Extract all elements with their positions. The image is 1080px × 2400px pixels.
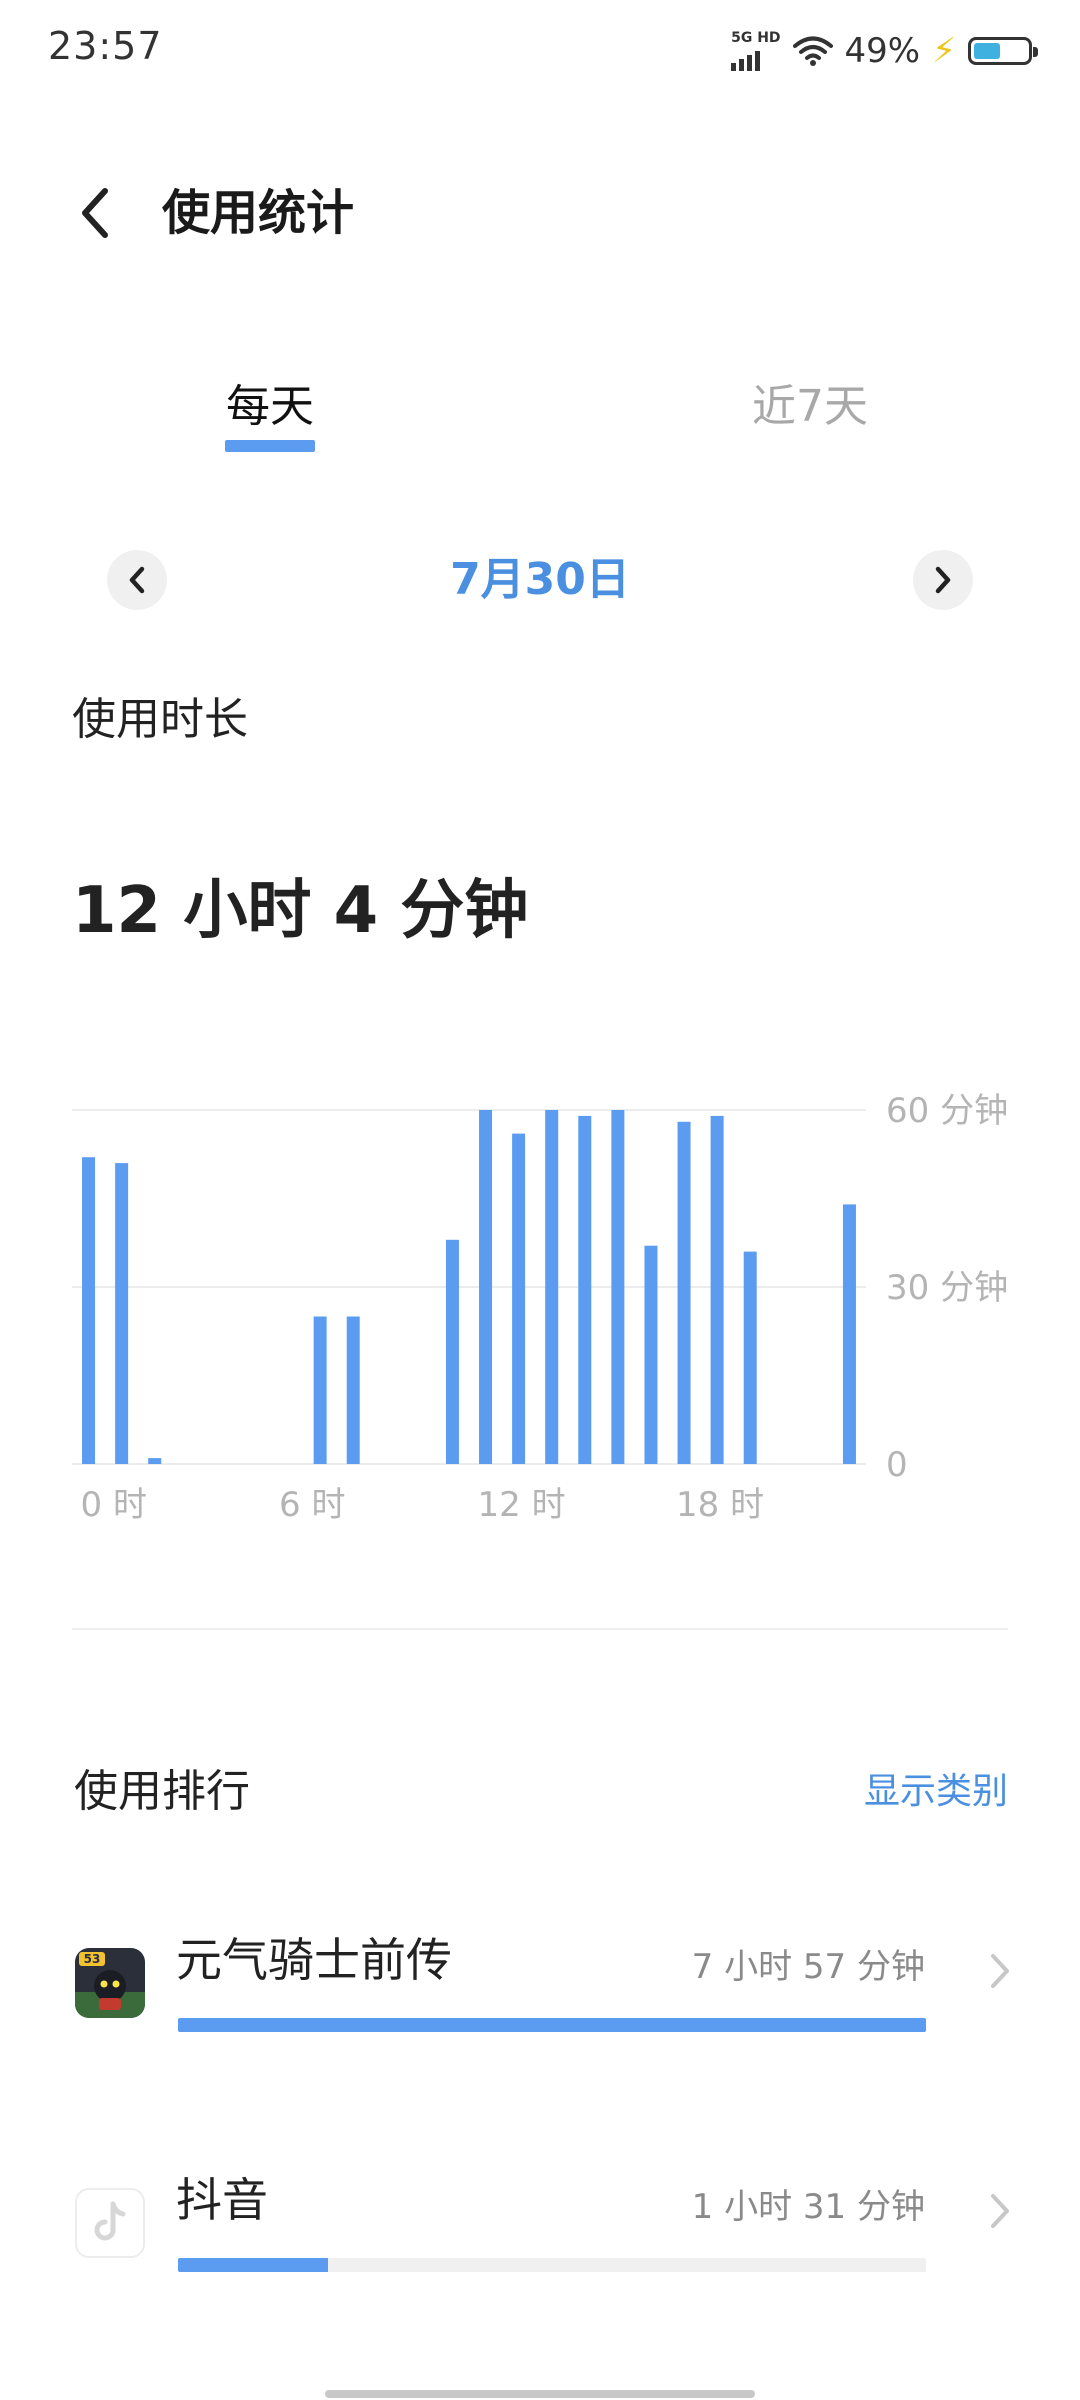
- app-row-soul-knight[interactable]: 53 元气骑士前传 7 小时 57 分钟: [0, 1930, 1080, 2060]
- x-tick-label: 18 时: [676, 1485, 764, 1525]
- app-name: 元气骑士前传: [176, 1933, 452, 1987]
- x-tick-label: 6 时: [279, 1485, 345, 1525]
- douyin-app-icon: [75, 2188, 145, 2258]
- status-icons: 5G HD 49% ⚡: [731, 28, 1038, 74]
- chart-bar: [479, 1110, 493, 1464]
- chart-bar: [82, 1157, 96, 1464]
- chevron-right-icon: [980, 2186, 1020, 2236]
- chevron-left-icon: [82, 188, 108, 238]
- chart-bar: [512, 1133, 526, 1464]
- usage-progress-bar: [178, 2018, 926, 2032]
- next-day-button[interactable]: [913, 550, 973, 610]
- previous-day-button[interactable]: [107, 550, 167, 610]
- x-tick-label: 0 时: [81, 1485, 147, 1525]
- tab-daily[interactable]: 每天: [150, 372, 390, 442]
- show-category-link[interactable]: 显示类别: [864, 1762, 1008, 1822]
- chevron-right-icon: [935, 566, 951, 594]
- app-usage-time: 1 小时 31 分钟: [691, 2187, 925, 2227]
- home-indicator[interactable]: [325, 2390, 755, 2398]
- app-usage-time: 7 小时 57 分钟: [691, 1947, 925, 1987]
- page-title: 使用统计: [162, 185, 355, 241]
- chart-bar: [578, 1115, 592, 1464]
- chart-bar: [842, 1204, 856, 1464]
- hourly-usage-chart: 0 30 分钟 60 分钟 0 时 6 时 12 时 18 时: [72, 1091, 1008, 1525]
- chart-bar: [313, 1316, 327, 1464]
- usage-progress-bar: [178, 2258, 926, 2272]
- chevron-right-icon: [980, 1946, 1020, 1996]
- y-tick-label: 60 分钟: [886, 1091, 1008, 1131]
- chart-bar: [611, 1110, 625, 1464]
- chart-bar: [644, 1245, 658, 1464]
- date-label: 7月30日: [450, 554, 630, 605]
- tab-last-7-days[interactable]: 近7天: [690, 372, 930, 442]
- soul-knight-prequel-app-icon: 53: [75, 1948, 145, 2018]
- app-name: 抖音: [176, 2173, 268, 2227]
- svg-text:53: 53: [84, 1952, 101, 1966]
- divider: [72, 1628, 1008, 1630]
- chart-bar: [710, 1115, 724, 1464]
- battery-icon: [968, 37, 1038, 65]
- total-duration: 12 小时 4 分钟: [72, 874, 529, 948]
- signal-indicator: 5G HD: [731, 30, 781, 71]
- signal-bars-icon: [731, 45, 761, 71]
- chart-bar: [115, 1163, 129, 1464]
- tab-indicator: [225, 440, 315, 452]
- chart-bar: [148, 1458, 162, 1464]
- app-row-douyin[interactable]: 抖音 1 小时 31 分钟: [0, 2170, 1080, 2300]
- back-button[interactable]: [60, 178, 130, 248]
- y-tick-label: 0: [886, 1445, 908, 1485]
- usage-duration-label: 使用时长: [72, 694, 248, 745]
- wifi-icon: [792, 36, 833, 66]
- y-tick-label: 30 分钟: [886, 1268, 1008, 1308]
- chart-bar: [545, 1110, 559, 1464]
- battery-percent: 49%: [844, 31, 921, 71]
- usage-progress-fill: [178, 2018, 926, 2032]
- charging-icon: ⚡: [932, 31, 956, 71]
- chart-bar: [445, 1239, 459, 1464]
- chart-bar: [677, 1121, 691, 1464]
- chart-bar: [346, 1316, 360, 1464]
- network-label: 5G HD: [731, 30, 781, 46]
- usage-progress-fill: [178, 2258, 328, 2272]
- battery-level: [974, 43, 1000, 59]
- usage-ranking-title: 使用排行: [74, 1766, 250, 1817]
- status-time: 23:57: [48, 24, 163, 68]
- chevron-left-icon: [129, 566, 145, 594]
- x-tick-label: 12 时: [478, 1485, 566, 1525]
- chart-bar: [743, 1251, 757, 1464]
